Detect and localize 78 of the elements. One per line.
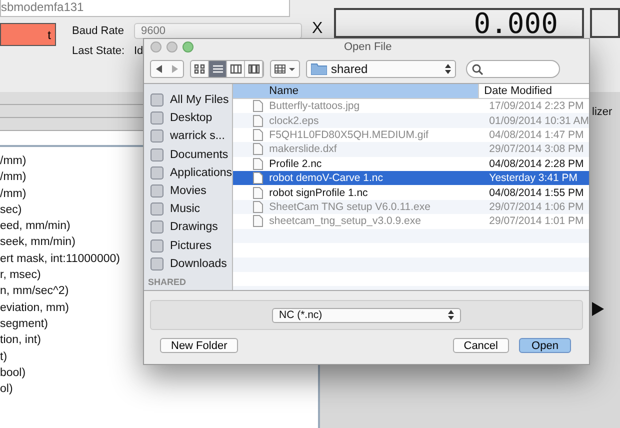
setting-line: eviation, mm): [0, 300, 70, 316]
place-icon: [150, 184, 164, 198]
setting-line: eed, mm/min): [0, 219, 70, 234]
place-icon: [150, 111, 164, 126]
sidebar-section-heading: SHARED: [147, 276, 188, 287]
setting-line: seek, mm/min): [0, 235, 76, 250]
setting-line: n, mm/sec^2): [0, 284, 69, 300]
state-value: Id: [134, 45, 144, 57]
back-forward-control[interactable]: [150, 60, 184, 78]
grid-menu-icon: [274, 64, 296, 74]
place-icon: [150, 129, 164, 144]
view-mode-icon: [194, 64, 206, 74]
view-mode-icon: [248, 64, 260, 74]
panel-box: [590, 8, 620, 38]
place-icon: [150, 166, 164, 180]
setting-line: t): [0, 350, 8, 365]
baud-select[interactable]: 9600: [134, 23, 302, 39]
view-mode-icon: [230, 64, 242, 74]
place-icon: [150, 93, 164, 108]
sidebar-item[interactable]: Drawings: [144, 218, 232, 236]
file-row[interactable]: robot demoV-Carve 1.nc Yesterday 3:41 PM: [233, 170, 589, 186]
port-field[interactable]: sbmodemfa131: [0, 0, 290, 17]
sidebar-item[interactable]: Desktop: [144, 109, 232, 128]
document-icon: [253, 215, 264, 228]
place-icon: [150, 256, 164, 271]
view-toggle[interactable]: [209, 61, 227, 77]
column-header[interactable]: Name: [233, 84, 478, 98]
open-button[interactable]: Open: [519, 338, 571, 353]
search-icon: [472, 64, 483, 74]
setting-line: tion, int): [0, 333, 41, 348]
setting-line: sec): [0, 202, 22, 218]
place-icon: [150, 238, 164, 253]
setting-line: bool): [0, 366, 26, 381]
sidebar-item[interactable]: warrick s...: [144, 127, 232, 146]
document-icon: [253, 128, 264, 141]
document-icon: [253, 172, 264, 184]
connect-button[interactable]: t: [0, 23, 56, 46]
document-icon: [253, 114, 264, 127]
sidebar-item[interactable]: All My Files: [144, 91, 232, 110]
document-icon: [253, 200, 264, 213]
up-down-arrows-icon: [445, 64, 451, 74]
setting-line: ol): [0, 382, 13, 398]
tab-label[interactable]: lizer: [592, 106, 612, 118]
state-label: Last State:: [72, 45, 126, 57]
sidebar-item[interactable]: Movies: [144, 182, 232, 200]
sidebar-item[interactable]: Music: [144, 200, 232, 218]
setting-line: /mm): [0, 154, 26, 169]
back-forward-arrows-icon: [154, 64, 180, 74]
arrange-menu[interactable]: [270, 60, 300, 78]
file-type-popup[interactable]: NC (*.nc): [272, 308, 461, 322]
up-down-arrows-icon: [448, 310, 454, 320]
new-folder-button[interactable]: New Folder: [160, 338, 238, 353]
setting-line: r, msec): [0, 268, 41, 284]
coordinate-display: 0.000: [334, 8, 584, 38]
sidebar-item[interactable]: Pictures: [144, 236, 232, 255]
baud-label: Baud Rate: [72, 25, 125, 37]
axis-label: X: [311, 19, 324, 38]
sidebar-item[interactable]: Applications: [144, 164, 232, 182]
sidebar-item[interactable]: Documents: [144, 146, 232, 164]
column-header[interactable]: Date Modified: [478, 84, 589, 98]
cancel-button[interactable]: Cancel: [452, 338, 509, 353]
setting-line: /mm): [0, 186, 26, 202]
document-icon: [253, 158, 264, 170]
play-icon[interactable]: [592, 302, 604, 316]
setting-line: ert mask, int:11000000): [0, 252, 120, 267]
setting-line: /mm): [0, 170, 26, 186]
folder-icon: [311, 63, 327, 75]
place-icon: [150, 202, 164, 216]
place-icon: [150, 148, 164, 162]
document-icon: [253, 186, 264, 199]
window-title: Open File: [344, 41, 392, 53]
location-popup[interactable]: shared: [306, 60, 456, 78]
place-icon: [150, 220, 164, 234]
document-icon: [253, 143, 264, 156]
sidebar-item[interactable]: Downloads: [144, 254, 232, 273]
view-mode-icon: [212, 64, 224, 74]
setting-line: segment): [0, 316, 48, 332]
search-field[interactable]: [466, 60, 560, 78]
